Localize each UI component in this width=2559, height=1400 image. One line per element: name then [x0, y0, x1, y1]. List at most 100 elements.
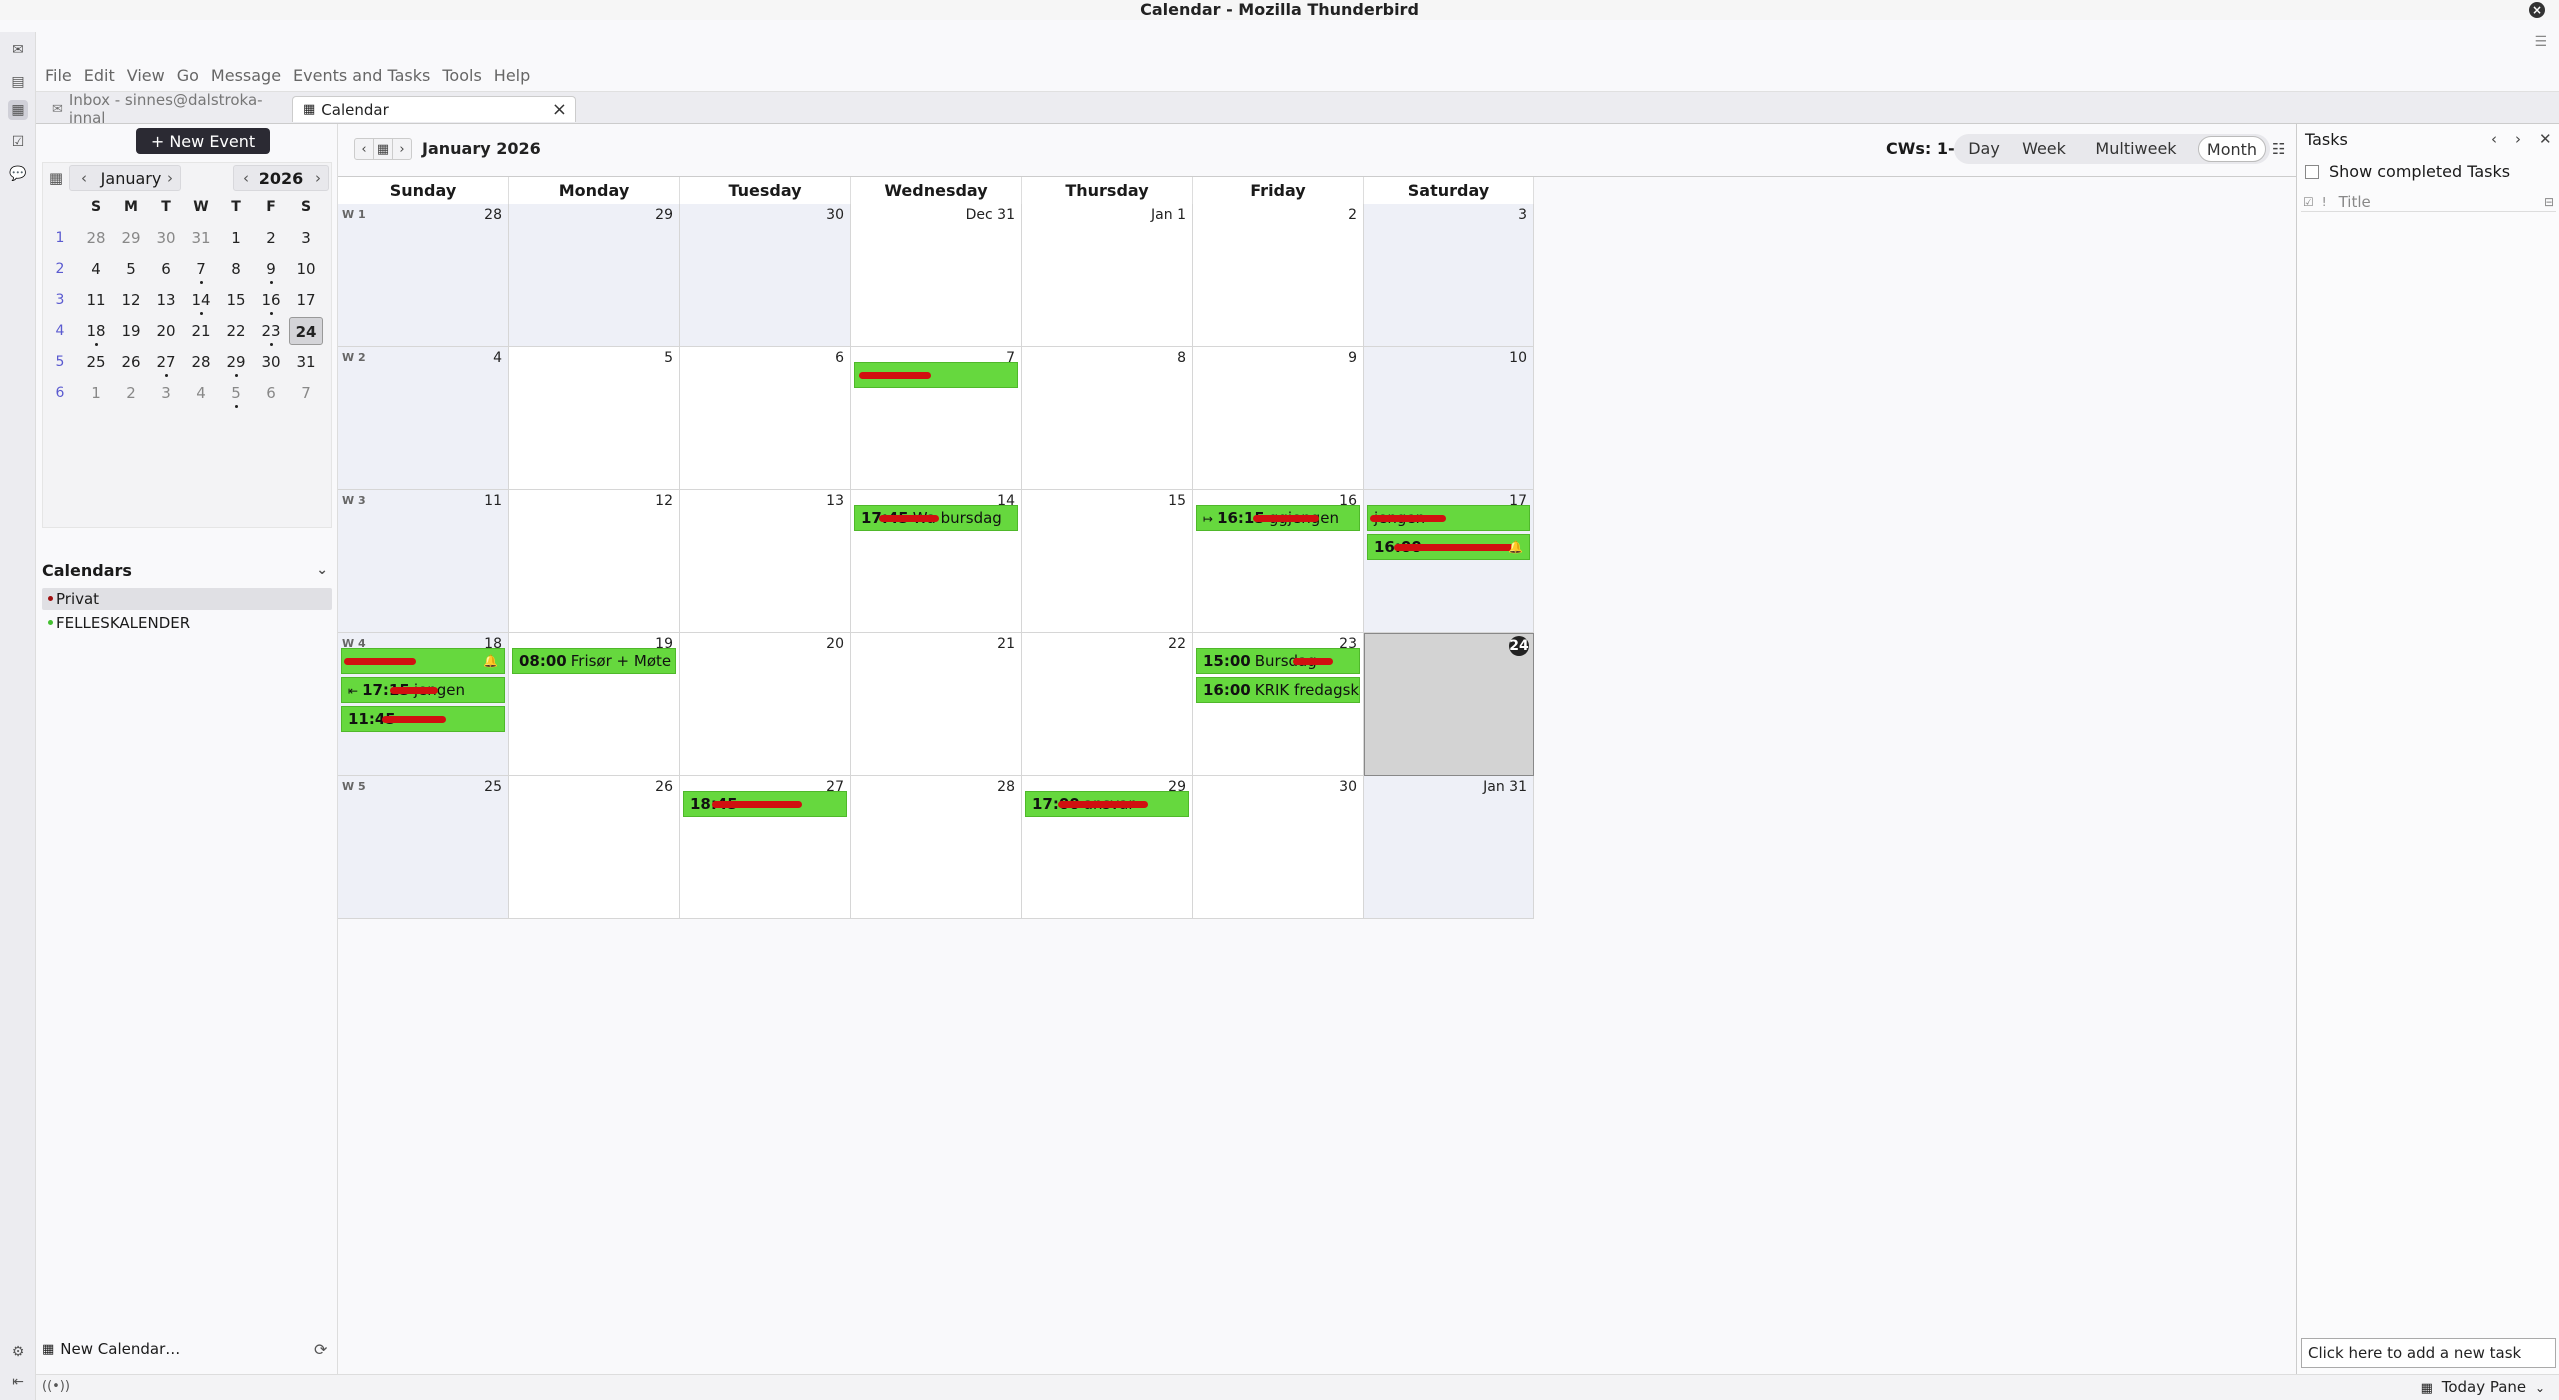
- collapse-spaces-icon[interactable]: ⇤: [8, 1372, 28, 1392]
- calendar-event[interactable]: 17:00ansvar: [1025, 791, 1189, 817]
- mini-day[interactable]: 28: [79, 224, 113, 252]
- mini-day[interactable]: 7: [184, 255, 218, 284]
- day-cell[interactable]: 26: [509, 776, 680, 919]
- mini-day[interactable]: 31: [184, 224, 218, 252]
- calendar-event[interactable]: 15:00 Bursdag: [1196, 648, 1360, 674]
- tasks-space-icon[interactable]: ☑: [8, 132, 28, 152]
- day-cell[interactable]: Jan 1: [1022, 204, 1193, 347]
- week-number[interactable]: 1: [43, 224, 77, 252]
- next-icon[interactable]: ›: [2515, 130, 2521, 148]
- view-multiweek-button[interactable]: Multiweek: [2080, 136, 2192, 162]
- day-cell[interactable]: 2718:45: [680, 776, 851, 919]
- mini-day[interactable]: 23: [254, 317, 288, 346]
- add-task-input[interactable]: Click here to add a new task: [2301, 1338, 2556, 1368]
- mini-day[interactable]: 2: [254, 224, 288, 252]
- view-week-button[interactable]: Week: [2012, 136, 2076, 162]
- prev-month-icon[interactable]: ‹: [73, 167, 95, 189]
- mini-day[interactable]: 17: [289, 286, 323, 314]
- day-cell[interactable]: 2315:00Bursdag16:00KRIK fredagsklubb: [1193, 633, 1364, 776]
- mini-day[interactable]: 21: [184, 317, 218, 345]
- day-cell[interactable]: W 1 28: [338, 204, 509, 347]
- mini-day[interactable]: 9: [254, 255, 288, 284]
- mini-day[interactable]: 16: [254, 286, 288, 315]
- mini-day[interactable]: 18: [79, 317, 113, 346]
- mini-day[interactable]: 30: [254, 348, 288, 376]
- column-picker-icon[interactable]: ⊟: [2544, 195, 2554, 209]
- day-cell[interactable]: 30: [1193, 776, 1364, 919]
- day-cell[interactable]: 1417:45Wa bursdag: [851, 490, 1022, 633]
- day-cell[interactable]: 2: [1193, 204, 1364, 347]
- mini-day[interactable]: 25: [79, 348, 113, 376]
- day-cell[interactable]: 15: [1022, 490, 1193, 633]
- mini-day[interactable]: 24: [289, 317, 323, 345]
- menu-tools[interactable]: Tools: [442, 66, 481, 85]
- menu-edit[interactable]: Edit: [84, 66, 115, 85]
- prev-icon[interactable]: ‹: [2491, 130, 2497, 148]
- menu-view[interactable]: View: [127, 66, 165, 85]
- mini-day[interactable]: 1: [219, 224, 253, 252]
- mini-day[interactable]: 10: [289, 255, 323, 283]
- view-options-icon[interactable]: ☷: [2272, 140, 2285, 158]
- mini-day[interactable]: 4: [79, 255, 113, 283]
- day-cell[interactable]: 20: [680, 633, 851, 776]
- completed-column-icon[interactable]: ☑: [2303, 195, 2314, 209]
- calendar-event[interactable]: jengen: [1367, 505, 1530, 531]
- calendar-event[interactable]: 17:45Wa bursdag: [854, 505, 1018, 531]
- calendar-event[interactable]: 🔔: [341, 648, 505, 674]
- close-tab-icon[interactable]: ×: [552, 99, 567, 120]
- chat-space-icon[interactable]: 💬: [8, 164, 28, 184]
- mini-day[interactable]: 3: [289, 224, 323, 252]
- mini-day[interactable]: 29: [114, 224, 148, 252]
- day-cell[interactable]: 29: [509, 204, 680, 347]
- day-cell[interactable]: 5: [509, 347, 680, 490]
- day-cell[interactable]: 6: [680, 347, 851, 490]
- day-cell[interactable]: 3: [1364, 204, 1534, 347]
- day-cell[interactable]: W 2 4: [338, 347, 509, 490]
- calendar-item-felleskalender[interactable]: FELLESKALENDER: [42, 612, 332, 634]
- mini-day[interactable]: 1: [79, 379, 113, 407]
- mini-day[interactable]: 27: [149, 348, 183, 377]
- view-day-button[interactable]: Day: [1960, 136, 2008, 162]
- calendar-event[interactable]: 16:00KRIK fredagsklubb: [1196, 677, 1360, 703]
- calendar-event[interactable]: 18:45: [683, 791, 847, 817]
- calendar-event[interactable]: ⇤ 17:15 jengen: [341, 677, 505, 703]
- day-cell[interactable]: Jan 31: [1364, 776, 1534, 919]
- today-mini-icon[interactable]: ▦: [45, 167, 67, 189]
- today-pane-toggle[interactable]: ▦ Today Pane ⌄: [2421, 1378, 2545, 1396]
- mini-day[interactable]: 31: [289, 348, 323, 376]
- week-number[interactable]: 3: [43, 286, 77, 314]
- day-cell[interactable]: 1908:00Frisør + Møte hjemmeside: [509, 633, 680, 776]
- new-event-button[interactable]: + New Event: [136, 128, 270, 154]
- mini-month-name[interactable]: January: [101, 165, 162, 191]
- mini-day[interactable]: 28: [184, 348, 218, 376]
- day-cell[interactable]: 21: [851, 633, 1022, 776]
- new-calendar-button[interactable]: ▦ New Calendar…: [42, 1340, 180, 1358]
- mini-day[interactable]: 5: [219, 379, 253, 408]
- mini-day[interactable]: 4: [184, 379, 218, 407]
- day-cell[interactable]: 7: [851, 347, 1022, 490]
- settings-gear-icon[interactable]: ⚙: [8, 1342, 28, 1362]
- window-close-icon[interactable]: ×: [2529, 2, 2545, 18]
- day-cell[interactable]: 24: [1364, 633, 1534, 776]
- calendar-item-privat[interactable]: Privat: [42, 588, 332, 610]
- day-cell[interactable]: W 3 11: [338, 490, 509, 633]
- calendar-event[interactable]: 16:00🔔: [1367, 534, 1530, 560]
- close-icon[interactable]: ✕: [2539, 130, 2552, 148]
- week-number[interactable]: 6: [43, 379, 77, 407]
- day-cell[interactable]: 17jengen16:00🔔: [1364, 490, 1534, 633]
- day-cell[interactable]: 13: [680, 490, 851, 633]
- prev-year-icon[interactable]: ‹: [235, 167, 257, 189]
- mini-day[interactable]: 2: [114, 379, 148, 407]
- calendar-event[interactable]: 08:00Frisør + Møte hjemmeside: [512, 648, 676, 674]
- mini-day[interactable]: 29: [219, 348, 253, 377]
- tab-calendar[interactable]: ▦ Calendar ×: [292, 96, 576, 122]
- menu-events-tasks[interactable]: Events and Tasks: [293, 66, 430, 85]
- mini-day[interactable]: 15: [219, 286, 253, 314]
- mini-day[interactable]: 12: [114, 286, 148, 314]
- mini-day[interactable]: 13: [149, 286, 183, 314]
- day-cell[interactable]: 10: [1364, 347, 1534, 490]
- mini-day[interactable]: 22: [219, 317, 253, 345]
- menu-help[interactable]: Help: [494, 66, 530, 85]
- refresh-icon[interactable]: ⟳: [314, 1340, 327, 1359]
- menu-message[interactable]: Message: [211, 66, 281, 85]
